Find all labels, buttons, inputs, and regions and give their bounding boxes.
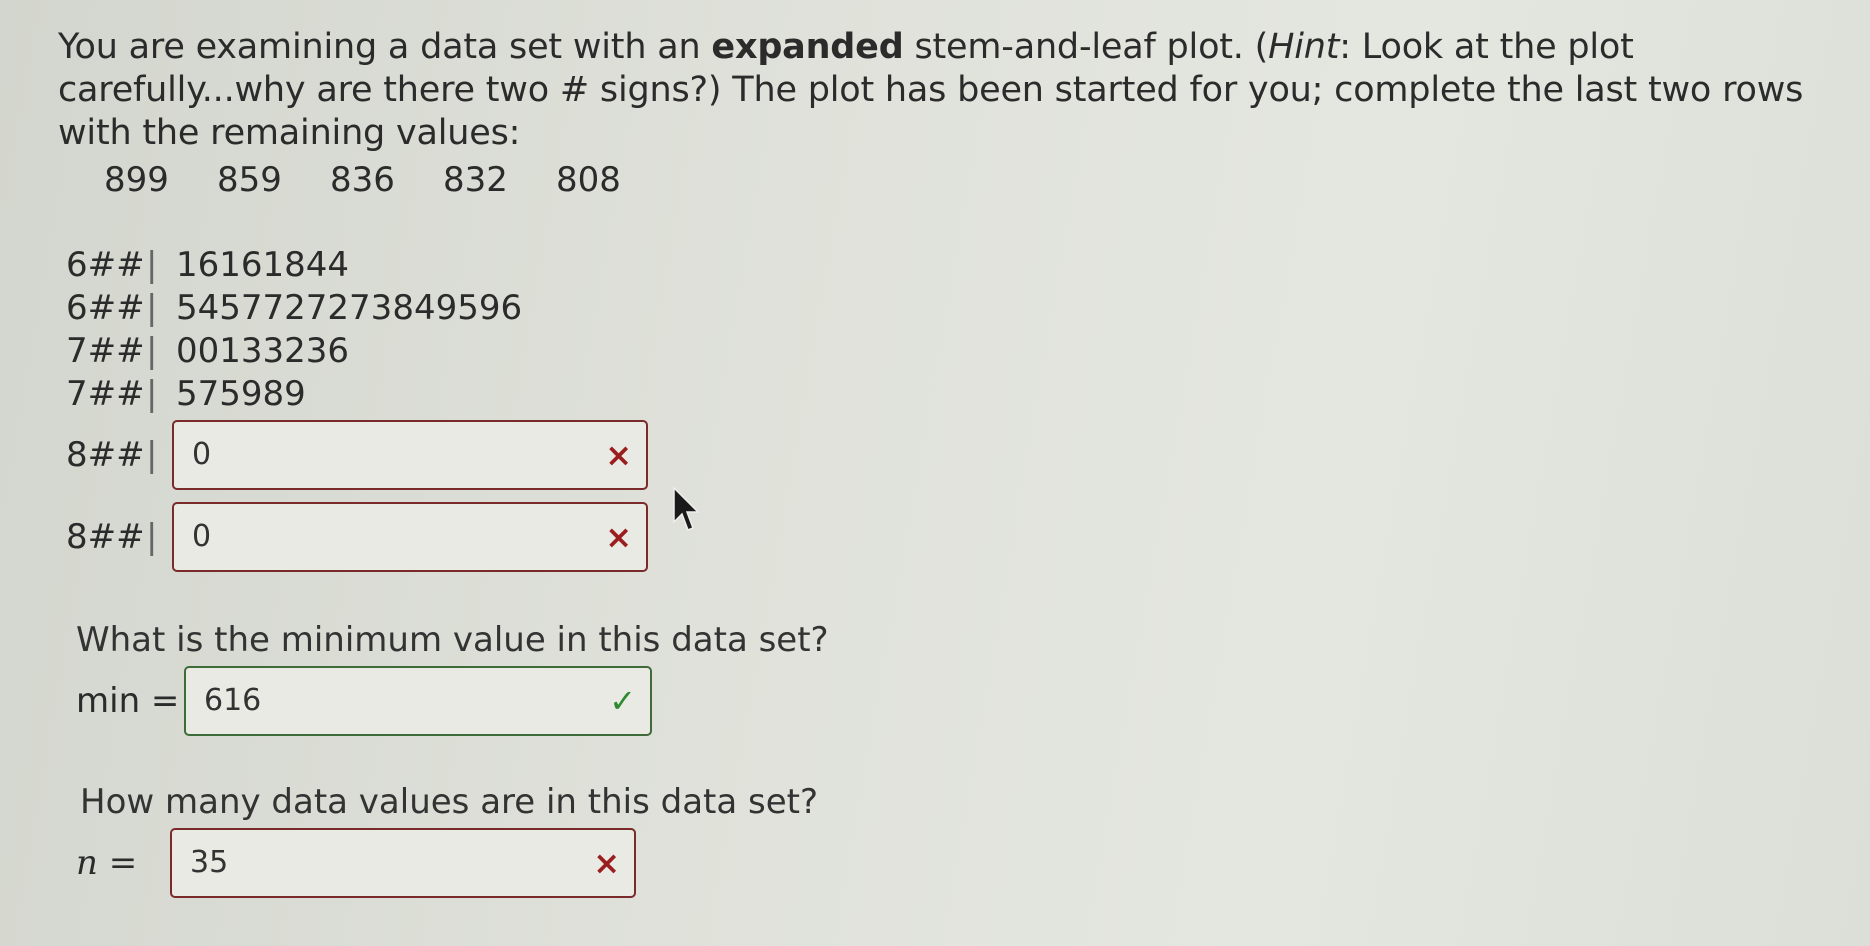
question-text-part2: stem-and-leaf plot. (: [903, 27, 1269, 67]
plot-stem: 6##: [66, 245, 145, 285]
n-label: n =: [76, 843, 138, 883]
plot-row: 7## | 575989: [66, 373, 522, 416]
stem-leaf-plot: 6## | 16161844 6## | 5457727273849596 7#…: [66, 244, 522, 416]
plot-stem: 7##: [66, 331, 145, 371]
incorrect-x-icon: ×: [605, 518, 632, 556]
mouse-pointer-icon: [673, 486, 700, 531]
n-question-prompt: How many data values are in this data se…: [80, 782, 819, 822]
plot-leaves: 5457727273849596: [176, 288, 523, 328]
min-label: min =: [76, 681, 180, 721]
plot-row: 6## | 5457727273849596: [66, 287, 522, 330]
plot-separator: |: [146, 435, 158, 475]
min-input[interactable]: 616 ✓: [184, 666, 652, 736]
value-item: 832: [443, 160, 508, 200]
plot-stem: 6##: [66, 288, 145, 328]
correct-check-icon: ✓: [609, 682, 636, 720]
value-item: 836: [330, 160, 395, 200]
n-input[interactable]: 35 ×: [170, 828, 636, 898]
incorrect-x-icon: ×: [605, 436, 632, 474]
value-item: 899: [104, 160, 169, 200]
value-item: 859: [217, 160, 282, 200]
leaves-input-value: 0: [192, 437, 212, 472]
plot-separator: |: [146, 245, 158, 285]
plot-stem: 7##: [66, 374, 145, 414]
leaves-input-8-high[interactable]: 0 ×: [172, 502, 648, 572]
leaves-input-8-low[interactable]: 0 ×: [172, 420, 648, 490]
min-question-prompt: What is the minimum value in this data s…: [76, 620, 829, 660]
plot-input-row-2: 8## | 0 ×: [66, 502, 648, 572]
value-item: 808: [556, 160, 621, 200]
remaining-values: 899 859 836 832 808: [104, 160, 669, 200]
incorrect-x-icon: ×: [593, 844, 620, 882]
plot-separator: |: [146, 288, 158, 328]
question-text-bold: expanded: [711, 27, 904, 67]
leaves-input-value: 0: [192, 519, 212, 554]
question-page: You are examining a data set with an exp…: [0, 0, 1870, 946]
plot-separator: |: [146, 374, 158, 414]
plot-separator: |: [146, 517, 158, 557]
n-answer-row: n = 35 ×: [76, 828, 636, 898]
question-text-hint: Hint: [1268, 27, 1340, 67]
n-input-value: 35: [190, 845, 229, 880]
plot-row: 6## | 16161844: [66, 244, 522, 287]
plot-stem: 8##: [66, 435, 145, 475]
min-input-value: 616: [204, 683, 262, 718]
plot-leaves: 00133236: [176, 331, 350, 371]
min-answer-row: min = 616 ✓: [76, 666, 652, 736]
plot-leaves: 575989: [176, 374, 306, 414]
plot-row: 7## | 00133236: [66, 330, 522, 373]
plot-separator: |: [146, 331, 158, 371]
question-text-part1: You are examining a data set with an: [58, 27, 712, 67]
plot-input-row-1: 8## | 0 ×: [66, 420, 648, 490]
plot-leaves: 16161844: [176, 245, 350, 285]
plot-stem: 8##: [66, 517, 145, 557]
question-text: You are examining a data set with an exp…: [58, 26, 1838, 155]
